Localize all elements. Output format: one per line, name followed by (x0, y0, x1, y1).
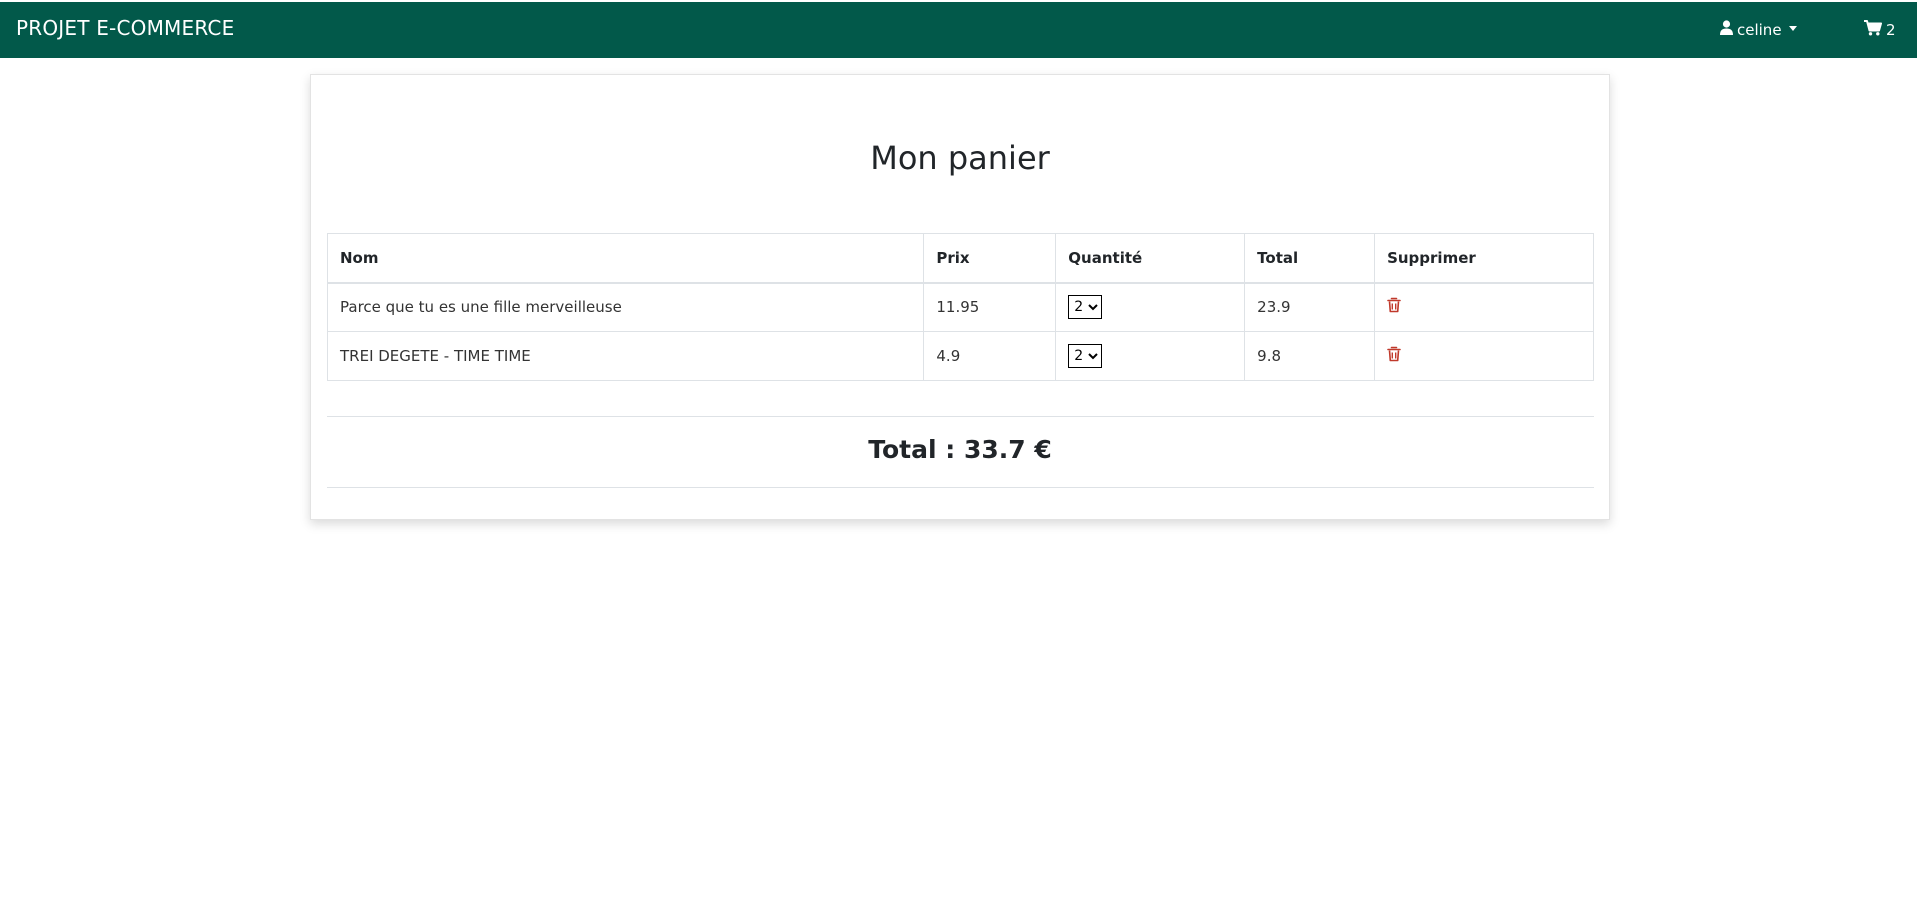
line-total: 23.9 (1244, 282, 1376, 332)
user-name: celine (1737, 20, 1782, 39)
user-icon (1720, 20, 1733, 39)
shopping-cart-icon (1864, 20, 1882, 40)
product-name: Parce que tu es une fille merveilleuse (326, 282, 925, 332)
divider (327, 416, 1594, 417)
delete-cell (1374, 331, 1594, 381)
cart-card: Mon panier Nom Prix Quantité Total Suppr… (310, 74, 1610, 520)
trash-icon[interactable] (1387, 346, 1401, 366)
table-header-row: Nom Prix Quantité Total Supprimer (326, 233, 1594, 284)
column-header-price: Prix (923, 233, 1057, 284)
column-header-name: Nom (326, 233, 925, 284)
user-dropdown[interactable]: celine (1720, 20, 1797, 39)
chevron-down-icon (1788, 25, 1797, 31)
quantity-select[interactable]: 2 (1068, 344, 1103, 368)
quantity-select[interactable]: 2 (1068, 295, 1103, 320)
table-row: Parce que tu es une fille merveilleuse 1… (326, 282, 1594, 332)
trash-icon[interactable] (1387, 297, 1401, 317)
cart-table: Nom Prix Quantité Total Supprimer Parce … (326, 233, 1594, 381)
table-row: TREI DEGETE - TIME TIME 4.9 2 9.8 (326, 331, 1594, 381)
brand-link[interactable]: PROJET E-COMMERCE (16, 16, 234, 40)
line-total: 9.8 (1244, 331, 1376, 381)
column-header-total: Total (1244, 233, 1376, 284)
delete-cell (1374, 282, 1594, 332)
navbar: PROJET E-COMMERCE celine 2 (0, 2, 1917, 58)
product-price: 4.9 (923, 331, 1057, 381)
grand-total: Total : 33.7 € (868, 435, 1052, 464)
column-header-quantity: Quantité (1055, 233, 1246, 284)
product-price: 11.95 (923, 282, 1057, 332)
cart-link[interactable]: 2 (1864, 20, 1896, 40)
quantity-cell: 2 (1055, 331, 1246, 381)
cart-count: 2 (1886, 21, 1896, 39)
divider (327, 487, 1594, 488)
product-name: TREI DEGETE - TIME TIME (326, 331, 925, 381)
page-title: Mon panier (870, 139, 1050, 177)
column-header-delete: Supprimer (1374, 233, 1594, 284)
quantity-cell: 2 (1055, 282, 1246, 332)
